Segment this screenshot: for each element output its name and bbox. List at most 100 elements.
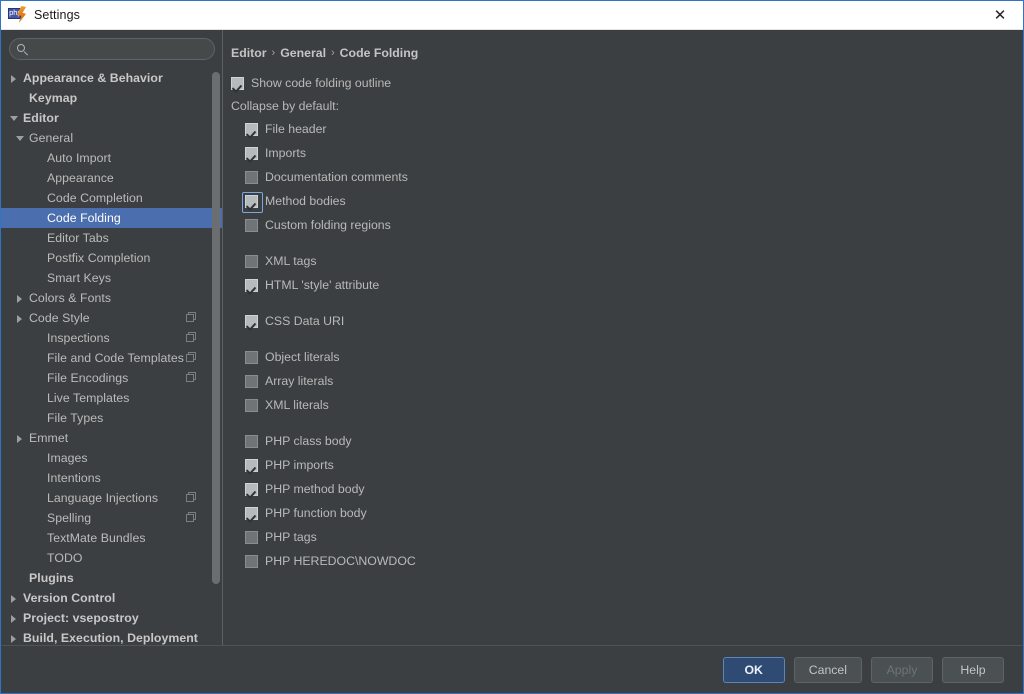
chevron-down-icon[interactable] — [15, 133, 26, 144]
checkbox-css-data-uri[interactable]: CSS Data URI — [223, 309, 1023, 333]
checkbox-label: CSS Data URI — [265, 314, 345, 328]
checkbox-unchecked-icon[interactable] — [245, 374, 258, 388]
sidebar-item-file-types[interactable]: File Types — [1, 408, 223, 428]
chevron-right-icon[interactable] — [9, 613, 20, 624]
checkbox-unchecked-icon[interactable] — [245, 554, 258, 568]
checkbox-checked-icon[interactable] — [245, 122, 258, 136]
checkbox-unchecked-icon[interactable] — [245, 350, 258, 364]
checkbox-checked-icon[interactable] — [245, 458, 258, 472]
chevron-right-icon[interactable] — [15, 313, 26, 324]
sidebar-item-code-completion[interactable]: Code Completion — [1, 188, 223, 208]
close-icon[interactable]: ✕ — [977, 1, 1023, 29]
sidebar-item-intentions[interactable]: Intentions — [1, 468, 223, 488]
sidebar-item-label: Auto Import — [47, 151, 112, 165]
sidebar-item-keymap[interactable]: Keymap — [1, 88, 223, 108]
sidebar-item-live-templates[interactable]: Live Templates — [1, 388, 223, 408]
sidebar-scrollbar[interactable] — [212, 72, 220, 584]
chevron-right-icon[interactable] — [9, 633, 20, 644]
sidebar-item-spelling[interactable]: Spelling — [1, 508, 223, 528]
sidebar-item-postfix-completion[interactable]: Postfix Completion — [1, 248, 223, 268]
settings-sidebar: Appearance & Behavior Keymap Editor General… — [1, 30, 223, 645]
checkbox-unchecked-icon[interactable] — [245, 398, 258, 412]
checkbox-php-class-body[interactable]: PHP class body — [223, 429, 1023, 453]
sidebar-item-file-and-code-templates[interactable]: File and Code Templates — [1, 348, 223, 368]
sidebar-item-inspections[interactable]: Inspections — [1, 328, 223, 348]
sidebar-item-language-injections[interactable]: Language Injections — [1, 488, 223, 508]
checkbox-object-literals[interactable]: Object literals — [223, 345, 1023, 369]
sidebar-item-plugins[interactable]: Plugins — [1, 568, 223, 588]
sidebar-item-label: Language Injections — [47, 491, 159, 505]
checkbox-html-style-attribute[interactable]: HTML 'style' attribute — [223, 273, 1023, 297]
checkbox-xml-tags[interactable]: XML tags — [223, 249, 1023, 273]
sidebar-item-label: Intentions — [47, 471, 101, 485]
checkbox-unchecked-icon[interactable] — [245, 530, 258, 544]
search-input[interactable] — [28, 40, 214, 58]
sidebar-item-colors-fonts[interactable]: Colors & Fonts — [1, 288, 223, 308]
sidebar-item-textmate-bundles[interactable]: TextMate Bundles — [1, 528, 223, 548]
sidebar-item-version-control[interactable]: Version Control — [1, 588, 223, 608]
checkbox-array-literals[interactable]: Array literals — [223, 369, 1023, 393]
show-code-folding-outline-checkbox[interactable]: Show code folding outline — [223, 71, 1023, 95]
checkbox-xml-literals[interactable]: XML literals — [223, 393, 1023, 417]
checkbox-checked-icon[interactable] — [245, 482, 258, 496]
sidebar-item-label: Images — [47, 451, 88, 465]
checkbox-method-bodies[interactable]: Method bodies — [223, 189, 1023, 213]
checkbox-php-heredoc-nowdoc[interactable]: PHP HEREDOC\NOWDOC — [223, 549, 1023, 573]
checkbox-php-method-body[interactable]: PHP method body — [223, 477, 1023, 501]
sidebar-item-label: Editor Tabs — [47, 231, 109, 245]
sidebar-item-editor[interactable]: Editor — [1, 108, 223, 128]
sidebar-item-auto-import[interactable]: Auto Import — [1, 148, 223, 168]
checkbox-label: PHP imports — [265, 458, 334, 472]
chevron-right-icon[interactable] — [9, 73, 20, 84]
checkbox-php-imports[interactable]: PHP imports — [223, 453, 1023, 477]
dialog-footer: OK Cancel Apply Help — [1, 645, 1023, 693]
ok-button[interactable]: OK — [722, 656, 785, 683]
sidebar-item-label: Version Control — [23, 591, 116, 605]
checkbox-custom-folding-regions[interactable]: Custom folding regions — [223, 213, 1023, 237]
sidebar-item-emmet[interactable]: Emmet — [1, 428, 223, 448]
checkbox-checked-icon[interactable] — [245, 314, 258, 328]
checkbox-checked-icon[interactable] — [242, 191, 263, 213]
checkbox-unchecked-icon[interactable] — [245, 218, 258, 232]
checkbox-imports[interactable]: Imports — [223, 141, 1023, 165]
checkbox-checked-icon[interactable] — [245, 278, 258, 292]
sidebar-item-label: Editor — [23, 111, 59, 125]
chevron-right-icon[interactable] — [9, 593, 20, 604]
sidebar-item-editor-tabs[interactable]: Editor Tabs — [1, 228, 223, 248]
checkbox-label: PHP tags — [265, 530, 317, 544]
sidebar-item-build-execution-deployment[interactable]: Build, Execution, Deployment — [1, 628, 223, 645]
chevron-right-icon[interactable] — [15, 433, 26, 444]
sidebar-item-label: TextMate Bundles — [47, 531, 146, 545]
sidebar-item-code-style[interactable]: Code Style — [1, 308, 223, 328]
sidebar-item-appearance-behavior[interactable]: Appearance & Behavior — [1, 68, 223, 88]
cancel-button[interactable]: Cancel — [793, 656, 862, 683]
search-box[interactable] — [9, 38, 215, 60]
chevron-right-icon[interactable] — [15, 293, 26, 304]
copy-scope-icon — [186, 352, 197, 363]
checkbox-unchecked-icon[interactable] — [245, 254, 258, 268]
sidebar-item-smart-keys[interactable]: Smart Keys — [1, 268, 223, 288]
sidebar-item-todo[interactable]: TODO — [1, 548, 223, 568]
sidebar-item-appearance[interactable]: Appearance — [1, 168, 223, 188]
checkbox-file-header[interactable]: File header — [223, 117, 1023, 141]
checkbox-checked-icon[interactable] — [231, 76, 244, 90]
sidebar-item-general[interactable]: General — [1, 128, 223, 148]
sidebar-item-file-encodings[interactable]: File Encodings — [1, 368, 223, 388]
checkbox-php-function-body[interactable]: PHP function body — [223, 501, 1023, 525]
checkbox-documentation-comments[interactable]: Documentation comments — [223, 165, 1023, 189]
help-button[interactable]: Help — [942, 656, 1004, 683]
sidebar-item-code-folding[interactable]: Code Folding — [1, 208, 223, 228]
checkbox-unchecked-icon[interactable] — [245, 434, 258, 448]
sidebar-item-label: Colors & Fonts — [29, 291, 112, 305]
checkbox-checked-icon[interactable] — [245, 146, 258, 160]
checkbox-checked-icon[interactable] — [245, 506, 258, 520]
sidebar-item-label: Live Templates — [47, 391, 130, 405]
checkbox-unchecked-icon[interactable] — [245, 170, 258, 184]
sidebar-item-project-vsepostroy[interactable]: Project: vsepostroy — [1, 608, 223, 628]
chevron-down-icon[interactable] — [9, 113, 20, 124]
sidebar-item-images[interactable]: Images — [1, 448, 223, 468]
checkbox-php-tags[interactable]: PHP tags — [223, 525, 1023, 549]
